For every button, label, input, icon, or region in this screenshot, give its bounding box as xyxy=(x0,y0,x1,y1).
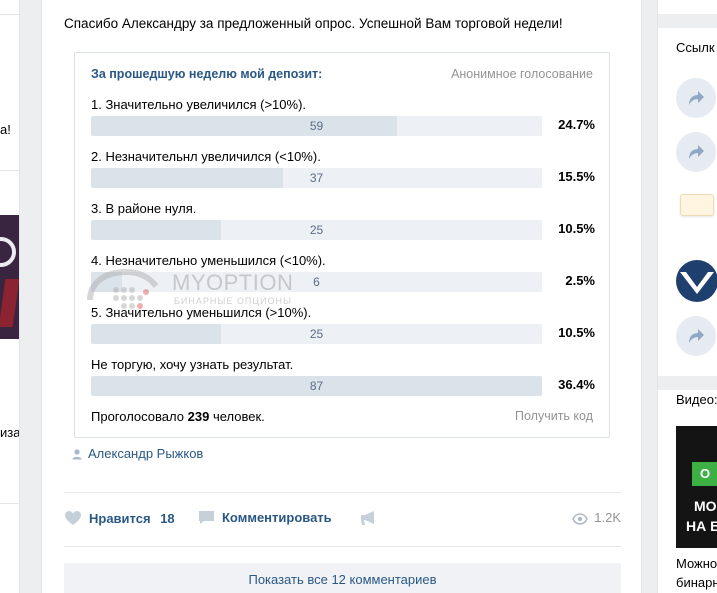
get-code-link[interactable]: Получить код xyxy=(515,409,593,423)
poll-option-votes: 25 xyxy=(309,223,324,237)
poll-option-percent: 15.5% xyxy=(558,169,595,184)
poll-option-bar[interactable]: 25 xyxy=(91,220,542,240)
heart-icon xyxy=(65,511,81,525)
post-divider xyxy=(64,492,621,493)
comment-icon xyxy=(199,511,214,524)
link-thumbnail[interactable] xyxy=(678,186,717,226)
poll-option-bar[interactable]: 37 xyxy=(91,168,542,188)
post-author[interactable]: Александр Рыжков xyxy=(72,446,203,461)
megaphone-icon xyxy=(361,511,374,525)
right-gap xyxy=(658,14,717,28)
poll-option[interactable]: 5. Значительно уменьшился (>10%). 25 10.… xyxy=(91,305,595,349)
user-icon xyxy=(72,449,82,460)
video-caption-line-1[interactable]: Можно xyxy=(676,556,717,571)
poll-total-suffix: человек. xyxy=(212,409,265,424)
poll-option-bar[interactable]: 6 xyxy=(91,272,542,292)
video-ad-thumbnail[interactable]: О МО НА Б xyxy=(676,426,717,548)
like-button[interactable]: Нравится 18 xyxy=(64,510,175,526)
right-gap xyxy=(658,376,717,390)
poll-total-prefix: Проголосовало xyxy=(91,409,184,424)
left-divider xyxy=(0,170,19,171)
link-logo[interactable] xyxy=(676,260,717,302)
views-counter: 1.2K xyxy=(572,510,621,525)
poll-anonymous-label: Анонимное голосование xyxy=(451,67,593,81)
ad-button: О xyxy=(692,462,717,486)
poll-option-percent: 36.4% xyxy=(558,377,595,392)
poll-option-label: 1. Значительно увеличился (>10%). xyxy=(91,97,307,112)
like-count: 18 xyxy=(160,511,175,526)
post-actions: Нравится 18 Комментировать 1.2K xyxy=(64,510,621,532)
ad-text-line-1: МО xyxy=(694,498,717,514)
left-column: а! иза, xyxy=(0,0,20,593)
poll-option-label: 4. Незначительно уменьшился (<10%). xyxy=(91,253,326,268)
like-label: Нравится xyxy=(89,511,151,526)
poll-option-percent: 10.5% xyxy=(558,325,595,340)
links-heading: Ссылк xyxy=(676,40,715,55)
post-divider xyxy=(64,546,621,547)
link-item[interactable] xyxy=(676,316,716,356)
poll-option-percent: 24.7% xyxy=(558,117,595,132)
poll-option-votes: 87 xyxy=(309,379,324,393)
poll-option-label: Не торгую, хочу узнать результат. xyxy=(91,357,294,372)
poll-option[interactable]: 2. Незначительнл увеличился (<10%). 37 1… xyxy=(91,149,595,193)
poll-option-label: 5. Значительно уменьшился (>10%). xyxy=(91,305,312,320)
views-count: 1.2K xyxy=(594,510,621,525)
left-thumbnail[interactable] xyxy=(0,215,19,339)
poll-option[interactable]: Не торгую, хочу узнать результат. 87 36.… xyxy=(91,357,595,401)
poll-option-percent: 10.5% xyxy=(558,221,595,236)
share-arrow-icon xyxy=(689,145,704,159)
eye-icon xyxy=(572,513,589,525)
poll-option-label: 2. Незначительнл увеличился (<10%). xyxy=(91,149,321,164)
poll-option-label: 3. В районе нуля. xyxy=(91,201,197,216)
left-fragment-2: иза, xyxy=(0,425,20,440)
left-divider xyxy=(0,14,19,15)
poll-option-bar[interactable]: 25 xyxy=(91,324,542,344)
post-card: Спасибо Александру за предложенный опрос… xyxy=(41,0,642,593)
share-arrow-icon xyxy=(689,329,704,343)
v-logo-icon xyxy=(680,272,714,294)
show-all-comments-button[interactable]: Показать все 12 комментариев xyxy=(64,563,621,593)
poll-option-votes: 59 xyxy=(309,119,324,133)
poll-title: За прошедшую неделю мой депозит: xyxy=(91,67,323,81)
poll-option[interactable]: 3. В районе нуля. 25 10.5% xyxy=(91,201,595,245)
post-author-name: Александр Рыжков xyxy=(88,446,204,461)
left-fragment-1: а! xyxy=(0,122,11,137)
poll-option-votes: 6 xyxy=(313,275,320,289)
poll-option-percent: 2.5% xyxy=(565,273,595,288)
video-heading: Видео: xyxy=(676,392,717,407)
poll-option-bar[interactable]: 87 xyxy=(91,376,542,396)
right-column: Ссылк Видео: О МО НА Б Можно бинарн xyxy=(657,0,717,593)
poll-option-votes: 37 xyxy=(309,171,324,185)
comment-label: Комментировать xyxy=(222,510,332,525)
comment-button[interactable]: Комментировать xyxy=(198,510,332,525)
left-divider xyxy=(0,503,19,504)
video-caption-line-2[interactable]: бинарн xyxy=(676,575,717,590)
poll-option[interactable]: 1. Значительно увеличился (>10%). 59 24.… xyxy=(91,97,595,141)
poll-option-bar[interactable]: 59 xyxy=(91,116,542,136)
link-item[interactable] xyxy=(676,78,716,118)
poll-option[interactable]: 4. Незначительно уменьшился (<10%). 6 2.… xyxy=(91,253,595,297)
link-item[interactable] xyxy=(676,132,716,172)
poll: За прошедшую неделю мой депозит: Анонимн… xyxy=(74,52,610,438)
poll-total-count: 239 xyxy=(187,409,210,424)
poll-option-votes: 25 xyxy=(309,327,324,341)
ad-text-line-2: НА Б xyxy=(686,518,717,534)
poll-total: Проголосовало 239 человек. xyxy=(91,409,265,424)
post-text: Спасибо Александру за предложенный опрос… xyxy=(64,16,563,31)
share-button[interactable] xyxy=(360,510,385,526)
share-arrow-icon xyxy=(689,91,704,105)
